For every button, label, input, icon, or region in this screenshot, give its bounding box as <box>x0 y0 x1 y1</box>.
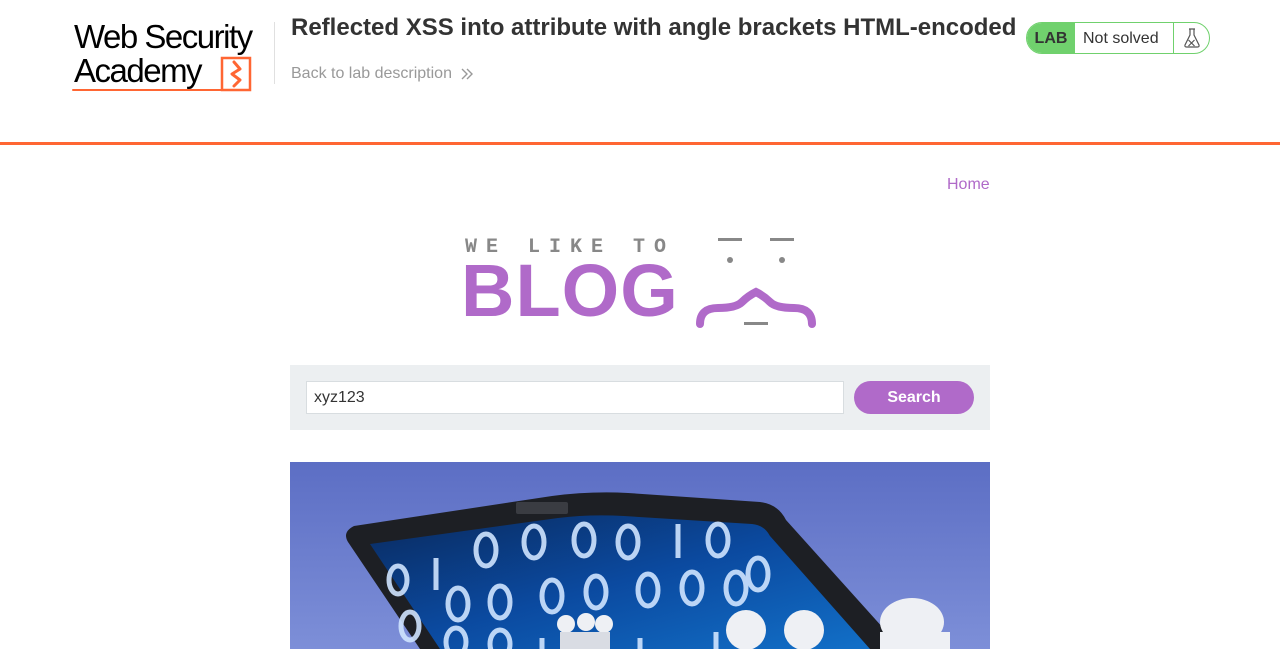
blog-post-image[interactable] <box>290 462 990 649</box>
lab-title: Reflected XSS into attribute with angle … <box>291 14 1017 41</box>
header-divider <box>274 22 275 84</box>
search-button[interactable]: Search <box>854 381 974 414</box>
search-input[interactable] <box>306 381 844 414</box>
back-to-lab-description-link[interactable]: Back to lab description <box>291 65 474 83</box>
lab-status-widget: LAB Not solved <box>1026 22 1210 54</box>
curly-brace-face-icon <box>696 238 816 328</box>
lab-badge: LAB <box>1027 23 1075 53</box>
logo-bolt-icon <box>220 56 252 92</box>
back-link-label: Back to lab description <box>291 65 452 82</box>
flask-icon <box>1173 23 1209 53</box>
search-panel: Search <box>290 365 990 430</box>
lab-status-text: Not solved <box>1083 29 1159 47</box>
logo-underline <box>72 89 250 91</box>
banner-title: BLOG <box>461 249 679 332</box>
blog-banner: WE LIKE TO BLOG <box>461 236 816 332</box>
web-security-academy-logo[interactable]: Web Security Academy <box>72 18 272 94</box>
logo-line1: Web Security <box>74 18 253 55</box>
lab-header: Web Security Academy Reflected XSS into … <box>0 0 1280 145</box>
double-chevron-right-icon <box>461 68 473 80</box>
nav-home-link[interactable]: Home <box>947 176 990 194</box>
logo-line2: Academy <box>74 52 203 89</box>
laptop-binary-illustration <box>290 462 990 649</box>
